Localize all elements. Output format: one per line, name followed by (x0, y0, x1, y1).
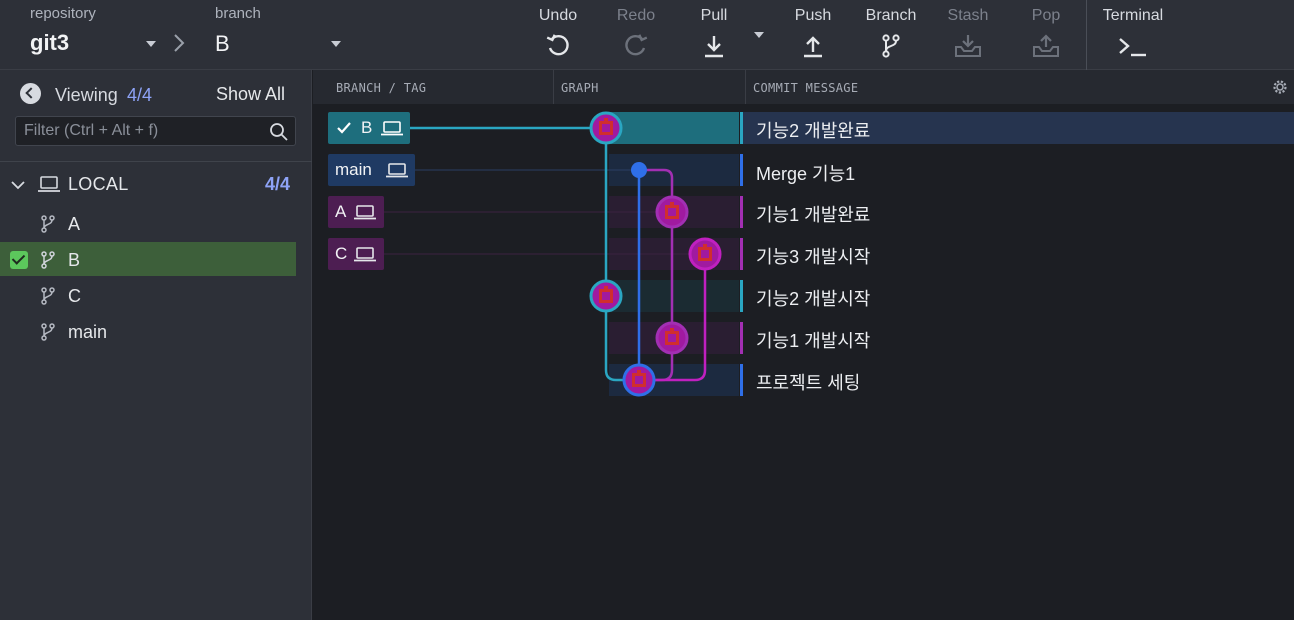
pop-button[interactable]: Pop (1010, 0, 1082, 70)
ref-tag-b[interactable]: B (328, 112, 410, 144)
graph-row-background (609, 112, 739, 144)
laptop-icon (386, 163, 408, 178)
graph-row-background (609, 280, 739, 312)
branch-icon (41, 215, 55, 233)
current-branch-name[interactable]: B (215, 31, 230, 57)
commit-message[interactable]: 프로젝트 세팅 (756, 369, 860, 395)
repository-name[interactable]: git3 (30, 30, 69, 56)
commit-message[interactable]: Merge 기능1 (756, 160, 855, 186)
ref-tag-c[interactable]: C (328, 238, 384, 270)
commit-lane-marker (740, 322, 743, 354)
sidebar-branch-c[interactable]: C (0, 278, 296, 312)
ref-tag-a[interactable]: A (328, 196, 384, 228)
commit-message[interactable]: 기능1 개발시작 (756, 327, 870, 353)
undo-label: Undo (538, 7, 578, 24)
branch-label: Branch (865, 7, 917, 24)
stash-icon (955, 35, 981, 57)
commit-node-avatar[interactable] (589, 279, 623, 313)
ref-tag-label: B (361, 118, 373, 137)
sidebar-branch-b[interactable]: B (0, 242, 296, 276)
commit-node-avatar[interactable] (655, 195, 689, 229)
pull-label: Pull (700, 7, 728, 24)
chevron-down-icon[interactable] (10, 179, 26, 191)
ref-tag-label: A (335, 202, 347, 221)
commit-message[interactable]: 기능1 개발완료 (756, 201, 870, 227)
commit-message[interactable]: 기능2 개발시작 (756, 285, 870, 311)
pull-button[interactable]: Pull (678, 0, 750, 70)
stash-label: Stash (947, 7, 989, 24)
commit-message[interactable]: 기능2 개발완료 (756, 117, 870, 143)
viewing-row: Viewing 4/4 Show All (0, 80, 312, 110)
filter-box (15, 116, 296, 146)
search-icon[interactable] (269, 122, 289, 142)
panel-divider (0, 161, 312, 162)
sidebar-branch-a[interactable]: A (0, 206, 296, 240)
commit-lane-marker (740, 280, 743, 312)
ref-tag-main[interactable]: main (328, 154, 415, 186)
viewing-count: 4/4 (127, 85, 153, 105)
stash-button[interactable]: Stash (932, 0, 1004, 70)
repository-dropdown-caret-icon[interactable] (146, 41, 156, 47)
filter-input[interactable] (16, 117, 266, 145)
branch-caption: branch (215, 5, 261, 22)
branch-icon (41, 287, 55, 305)
push-icon (804, 36, 822, 58)
branch-button[interactable]: Branch (855, 0, 927, 70)
commit-lane-marker (740, 196, 743, 228)
laptop-icon (354, 205, 376, 220)
branch-name: A (68, 214, 81, 234)
toolbar: repository git3 branch B Undo Redo Pull … (0, 0, 1294, 70)
laptop-icon (381, 121, 403, 136)
pull-options-caret-icon[interactable] (754, 32, 764, 38)
local-count: 4/4 (265, 174, 291, 194)
laptop-icon (354, 247, 376, 262)
branch-icon (882, 34, 900, 58)
local-label: LOCAL (68, 174, 129, 194)
commit-graph-panel: BRANCH / TAG GRAPH COMMIT MESSAGE B main… (313, 70, 1294, 620)
show-all-button[interactable]: Show All (216, 84, 285, 105)
redo-label: Redo (616, 7, 656, 24)
pop-icon (1033, 34, 1059, 57)
local-section-header[interactable]: LOCAL 4/4 (0, 170, 312, 198)
undo-icon (546, 34, 569, 56)
branch-name: C (68, 286, 81, 306)
commit-lane-marker (740, 154, 743, 186)
terminal-button[interactable]: Terminal (1097, 0, 1169, 70)
push-label: Push (794, 7, 832, 24)
viewing-label: Viewing (55, 85, 118, 105)
pop-label: Pop (1031, 7, 1061, 24)
back-arrow-icon[interactable] (20, 83, 41, 104)
branch-name: B (68, 250, 81, 270)
repository-caption: repository (30, 5, 96, 22)
ref-tag-label: main (335, 160, 372, 179)
redo-button[interactable]: Redo (600, 0, 672, 70)
commit-lane-marker (740, 238, 743, 270)
branch-name: main (68, 322, 108, 342)
laptop-icon (38, 176, 60, 192)
undo-button[interactable]: Undo (522, 0, 594, 70)
redo-icon (625, 34, 648, 56)
commit-lane-marker (740, 364, 743, 396)
breadcrumb-chevron-icon (174, 34, 185, 52)
merge-commit-node[interactable] (631, 162, 647, 178)
ref-tag-label: C (335, 244, 348, 263)
toolbar-divider (1086, 0, 1087, 70)
commit-node-avatar[interactable] (655, 321, 689, 355)
commit-node-avatar[interactable] (688, 237, 722, 271)
check-icon (337, 122, 351, 134)
branch-icon (41, 251, 55, 269)
commit-node-avatar[interactable] (589, 111, 623, 145)
terminal-label: Terminal (1102, 7, 1164, 24)
sidebar-branch-main[interactable]: main (0, 314, 296, 348)
terminal-icon (1119, 38, 1146, 57)
branch-icon (41, 323, 55, 341)
commit-node-avatar[interactable] (622, 363, 656, 397)
branch-dropdown-caret-icon[interactable] (331, 41, 341, 47)
checkbox-checked-icon[interactable] (10, 251, 28, 269)
commit-message[interactable]: 기능3 개발시작 (756, 243, 870, 269)
left-panel: Viewing 4/4 Show All LOCAL 4/4 A (0, 70, 312, 620)
pull-icon (705, 36, 723, 58)
push-button[interactable]: Push (777, 0, 849, 70)
commit-lane-marker (740, 112, 743, 144)
